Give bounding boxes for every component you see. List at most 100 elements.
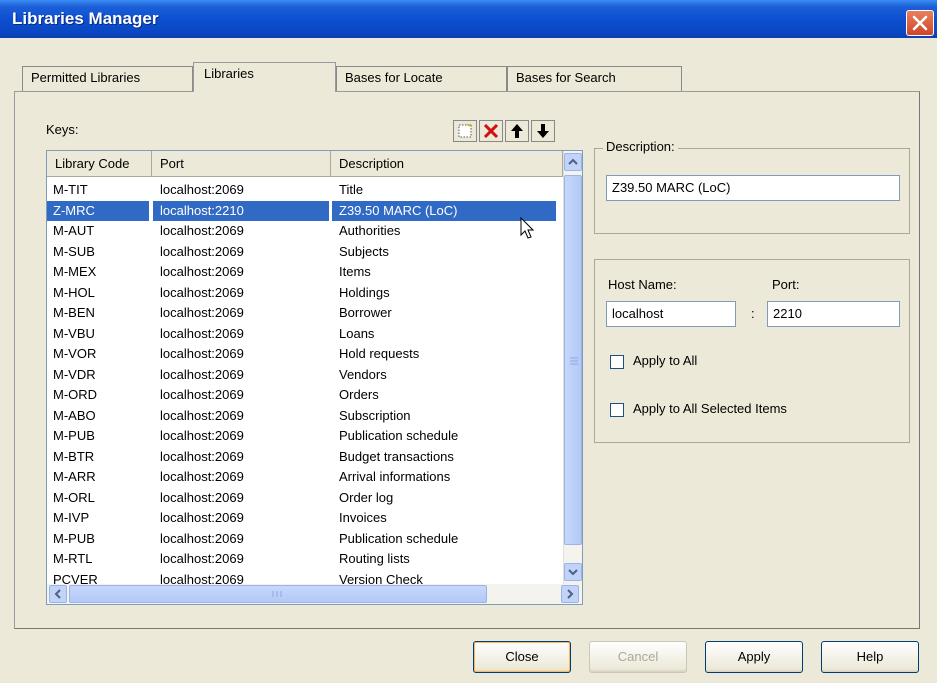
cell-port: localhost:2069: [160, 264, 244, 279]
cancel-button[interactable]: Cancel: [589, 641, 687, 673]
help-button[interactable]: Help: [821, 641, 919, 673]
column-header-label: Description: [339, 156, 405, 171]
tab-bases-for-locate[interactable]: Bases for Locate: [336, 66, 507, 92]
close-button[interactable]: Close: [473, 641, 571, 673]
cell-port: localhost:2069: [160, 346, 244, 361]
cell-desc: Hold requests: [339, 346, 420, 361]
cell-port: localhost:2069: [160, 243, 244, 259]
horizontal-scrollbar[interactable]: [47, 584, 582, 604]
vertical-scrollbar[interactable]: [563, 151, 582, 584]
cell-desc: Publication schedule: [339, 530, 459, 546]
tab-bases-for-search[interactable]: Bases for Search: [507, 66, 682, 92]
cell-port: localhost:2069: [160, 489, 244, 505]
vertical-scroll-thumb[interactable]: [564, 175, 582, 545]
cell-code: M-VBU: [53, 325, 95, 341]
host-name-field[interactable]: localhost: [606, 301, 736, 327]
list-item[interactable]: M-BEN localhost:2069 Borrower: [47, 303, 563, 323]
list-item[interactable]: M-PUB localhost:2069 Publication schedule: [47, 426, 563, 446]
close-window-button[interactable]: [906, 10, 934, 36]
libraries-manager-window: Libraries Manager Permitted Libraries Li…: [0, 0, 937, 683]
chevron-left-icon: [54, 589, 61, 599]
apply-to-selected-checkbox[interactable]: [610, 403, 624, 417]
move-up-button[interactable]: [505, 120, 529, 142]
column-header-description[interactable]: Description: [331, 151, 563, 177]
cell-code: M-MEX: [53, 264, 97, 279]
delete-button[interactable]: [479, 120, 503, 142]
list-item[interactable]: M-ARR localhost:2069 Arrival informations: [47, 467, 563, 487]
cell-desc: Order log: [339, 489, 394, 505]
list-item[interactable]: M-ORD localhost:2069 Orders: [47, 385, 563, 405]
cell-desc: Routing lists: [339, 551, 410, 566]
cell-desc: Vendors: [339, 366, 387, 382]
cell-code: Z-MRC: [47, 200, 149, 221]
cell-desc: Subjects: [339, 243, 389, 259]
cell-desc: Invoices: [339, 510, 387, 525]
chevron-down-icon: [568, 569, 578, 576]
mouse-cursor-icon: [520, 217, 535, 239]
move-down-button[interactable]: [531, 120, 555, 142]
cell-port: localhost:2069: [160, 305, 244, 320]
list-item[interactable]: M-BTR localhost:2069 Budget transactions: [47, 447, 563, 467]
cell-port: localhost:2069: [160, 223, 244, 238]
cell-code: M-VOR: [53, 346, 97, 361]
list-item[interactable]: M-ABO localhost:2069 Subscription: [47, 406, 563, 426]
cell-code: M-HOL: [53, 284, 95, 300]
cell-desc: Borrower: [339, 305, 392, 320]
scroll-down-button[interactable]: [564, 563, 582, 581]
scroll-left-button[interactable]: [49, 585, 67, 603]
scroll-right-button[interactable]: [561, 585, 579, 603]
cell-code: M-BEN: [53, 305, 95, 320]
cell-desc: Loans: [339, 325, 375, 341]
window-title: Libraries Manager: [12, 9, 159, 28]
list-item[interactable]: M-ORL localhost:2069 Order log: [47, 488, 563, 508]
apply-to-all-checkbox[interactable]: [610, 355, 624, 369]
horizontal-scroll-thumb[interactable]: [69, 585, 487, 603]
cell-desc: Publication schedule: [339, 428, 459, 443]
tab-label: Permitted Libraries: [31, 70, 141, 85]
tab-label: Bases for Locate: [345, 70, 443, 85]
new-button[interactable]: [453, 120, 477, 142]
cell-port: localhost:2069: [160, 510, 244, 525]
cell-desc: Title: [339, 182, 364, 197]
list-item[interactable]: M-PUB localhost:2069 Publication schedule: [47, 529, 563, 549]
list-item[interactable]: M-MEX localhost:2069 Items: [47, 262, 563, 282]
list-item[interactable]: M-TIT localhost:2069 Title: [47, 180, 563, 200]
tab-libraries[interactable]: Libraries: [193, 62, 336, 92]
cell-port: localhost:2069: [160, 428, 244, 443]
cell-desc: Orders: [339, 387, 379, 402]
host-port-separator: :: [751, 306, 755, 321]
list-item[interactable]: M-IVP localhost:2069 Invoices: [47, 508, 563, 528]
port-field[interactable]: 2210: [767, 301, 900, 327]
cell-code: M-PUB: [53, 428, 95, 443]
list-item[interactable]: M-VOR localhost:2069 Hold requests: [47, 344, 563, 364]
description-field[interactable]: Z39.50 MARC (LoC): [606, 175, 900, 201]
cell-port: localhost:2069: [160, 366, 244, 382]
list-item-selected[interactable]: Z-MRC localhost:2210 Z39.50 MARC (LoC): [47, 200, 563, 221]
cell-code: M-ARR: [53, 469, 96, 484]
list-item[interactable]: M-AUT localhost:2069 Authorities: [47, 221, 563, 241]
cell-port: localhost:2069: [160, 530, 244, 546]
cell-code: M-BTR: [53, 448, 95, 464]
port-label: Port:: [772, 277, 800, 292]
cell-port: localhost:2069: [160, 284, 244, 300]
cell-port: localhost:2069: [160, 407, 244, 423]
list-item[interactable]: M-SUB localhost:2069 Subjects: [47, 242, 563, 262]
scroll-up-button[interactable]: [564, 153, 582, 171]
column-header-library-code[interactable]: Library Code: [47, 151, 152, 177]
cell-code: M-IVP: [53, 510, 90, 525]
apply-to-all-label: Apply to All: [633, 353, 698, 368]
cell-port: localhost:2069: [160, 325, 244, 341]
cell-code: M-AUT: [53, 223, 95, 238]
list-item[interactable]: M-HOL localhost:2069 Holdings: [47, 283, 563, 303]
list-item[interactable]: M-RTL localhost:2069 Routing lists: [47, 549, 563, 569]
cell-port: localhost:2210: [153, 200, 329, 221]
tab-label: Bases for Search: [516, 70, 616, 85]
cell-code: M-TIT: [53, 182, 88, 197]
libraries-list[interactable]: Library Code Port Description M-TIT local…: [46, 150, 583, 605]
column-header-port[interactable]: Port: [152, 151, 331, 177]
list-item[interactable]: M-VDR localhost:2069 Vendors: [47, 365, 563, 385]
apply-to-selected-label: Apply to All Selected Items: [633, 401, 787, 416]
list-item[interactable]: M-VBU localhost:2069 Loans: [47, 324, 563, 344]
tab-permitted-libraries[interactable]: Permitted Libraries: [22, 66, 193, 92]
apply-button[interactable]: Apply: [705, 641, 803, 673]
